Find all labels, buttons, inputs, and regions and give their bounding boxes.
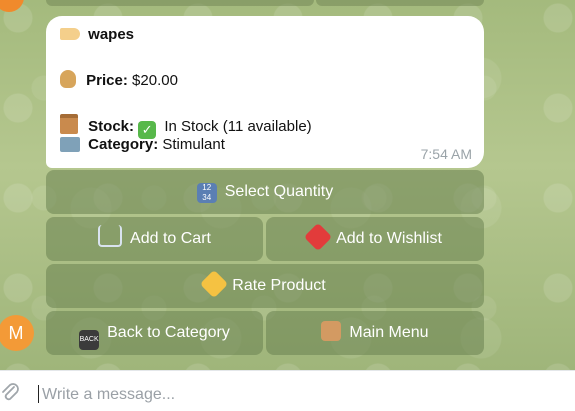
cart-icon xyxy=(98,225,123,247)
select-quantity-label: Select Quantity xyxy=(224,183,334,200)
category-line: Category: Stimulant xyxy=(60,136,225,153)
product-title-line: wapes xyxy=(60,26,134,43)
price-line: Price: $20.00 xyxy=(60,70,178,89)
stock-label: Stock: xyxy=(88,118,135,135)
heart-icon xyxy=(303,222,333,252)
price-tag-icon xyxy=(60,28,80,41)
stock-value: In Stock (11 available) xyxy=(164,118,312,135)
add-to-cart-label: Add to Cart xyxy=(130,230,211,247)
text-caret xyxy=(38,385,39,403)
previous-keyboard-row-right xyxy=(316,0,484,6)
category-value: Stimulant xyxy=(162,136,225,153)
home-icon xyxy=(321,321,342,341)
main-menu-button[interactable]: Main Menu xyxy=(266,311,484,355)
message-time: 7:54 AM xyxy=(420,146,472,162)
message-input[interactable] xyxy=(40,381,544,409)
package-icon xyxy=(60,114,78,134)
add-to-wishlist-label: Add to Wishlist xyxy=(336,230,442,247)
back-to-category-button[interactable]: BACK Back to Category xyxy=(46,311,263,355)
product-message-bubble: wapes Price: $20.00 Stock: ✓ In Stock (1… xyxy=(46,16,484,168)
numbers-icon: 12 34 xyxy=(196,183,217,203)
rate-product-button[interactable]: Rate Product xyxy=(46,264,484,308)
message-composer xyxy=(0,370,575,411)
price-value: $20.00 xyxy=(132,72,178,89)
folder-icon xyxy=(60,137,80,152)
money-bag-icon xyxy=(60,70,76,88)
price-label: Price: xyxy=(86,72,128,89)
category-label: Category: xyxy=(88,136,159,153)
select-quantity-button[interactable]: 12 34 Select Quantity xyxy=(46,170,484,214)
add-to-wishlist-button[interactable]: Add to Wishlist xyxy=(266,217,484,261)
paperclip-icon[interactable] xyxy=(0,381,20,403)
back-to-category-label: Back to Category xyxy=(107,324,230,341)
previous-keyboard-row-left xyxy=(46,0,314,6)
main-menu-label: Main Menu xyxy=(349,324,429,341)
back-arrow-icon: BACK xyxy=(79,330,100,350)
star-icon xyxy=(200,269,229,299)
rate-product-label: Rate Product xyxy=(232,277,326,294)
product-name: wapes xyxy=(88,26,135,43)
add-to-cart-button[interactable]: Add to Cart xyxy=(46,217,263,261)
